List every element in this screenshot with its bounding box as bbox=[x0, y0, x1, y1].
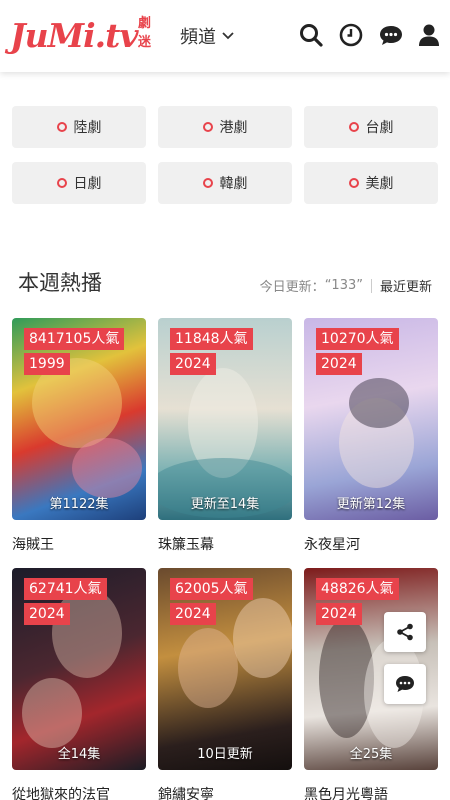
circle-icon bbox=[202, 178, 213, 188]
views-badge: 8417105人氣 bbox=[24, 328, 125, 350]
category-chip[interactable]: 美劇 bbox=[304, 162, 438, 204]
show-card[interactable]: 10270人氣 2024 更新第12集 永夜星河 bbox=[304, 318, 438, 554]
views-badge: 10270人氣 bbox=[316, 328, 399, 350]
poster-image[interactable]: 11848人氣 2024 更新至14集 bbox=[158, 318, 292, 520]
category-chip[interactable]: 陸劇 bbox=[12, 106, 146, 148]
update-label: 今日更新： bbox=[259, 280, 325, 295]
show-title[interactable]: 珠簾玉幕 bbox=[158, 534, 292, 554]
circle-icon bbox=[348, 178, 359, 188]
category-chip[interactable]: 港劇 bbox=[158, 106, 292, 148]
comment-icon bbox=[396, 676, 414, 692]
category-label: 港劇 bbox=[219, 120, 248, 136]
show-card[interactable]: 11848人氣 2024 更新至14集 珠簾玉幕 bbox=[158, 318, 292, 554]
logo-text: JuMi.tv bbox=[10, 16, 139, 55]
show-title[interactable]: 錦繡安寧 bbox=[158, 784, 292, 800]
poster-image[interactable]: 62741人氣 2024 全14集 bbox=[12, 568, 146, 770]
category-label: 陸劇 bbox=[73, 120, 102, 136]
show-title[interactable]: 永夜星河 bbox=[304, 534, 438, 554]
category-chip[interactable]: 台劇 bbox=[304, 106, 438, 148]
section-title: 本週熱播 bbox=[18, 271, 102, 295]
site-logo[interactable]: JuMi.tv 劇迷 bbox=[10, 12, 160, 60]
chevron-down-icon bbox=[222, 32, 234, 40]
history-icon[interactable] bbox=[338, 22, 364, 48]
section-meta: 今日更新： “133” 最近更新 bbox=[260, 276, 432, 295]
episode-label: 更新第12集 bbox=[336, 497, 406, 512]
year-badge: 1999 bbox=[24, 353, 70, 375]
circle-icon bbox=[202, 122, 213, 132]
category-label: 韓劇 bbox=[219, 176, 248, 192]
episode-label: 全14集 bbox=[57, 747, 101, 762]
divider bbox=[370, 278, 372, 293]
show-title[interactable]: 黑色月光粵語 bbox=[304, 784, 438, 800]
top-header: JuMi.tv 劇迷 頻道 bbox=[0, 0, 450, 72]
update-count: “133” bbox=[324, 278, 363, 293]
share-icon bbox=[397, 623, 413, 641]
circle-icon bbox=[56, 178, 67, 188]
circle-icon bbox=[56, 122, 67, 132]
recent-updates-link[interactable]: 最近更新 bbox=[380, 276, 432, 295]
chat-icon[interactable] bbox=[378, 22, 404, 48]
poster-image[interactable]: 10270人氣 2024 更新第12集 bbox=[304, 318, 438, 520]
year-badge: 2024 bbox=[24, 603, 70, 625]
logo-tag: 劇迷 bbox=[138, 16, 152, 50]
channel-label: 頻道 bbox=[180, 27, 216, 48]
episode-label: 10日更新 bbox=[197, 747, 253, 762]
category-chip[interactable]: 日劇 bbox=[12, 162, 146, 204]
views-badge: 62741人氣 bbox=[24, 578, 107, 600]
category-label: 日劇 bbox=[73, 176, 102, 192]
show-card[interactable]: 62741人氣 2024 全14集 從地獄來的法官 bbox=[12, 568, 146, 800]
year-badge: 2024 bbox=[316, 603, 362, 625]
episode-label: 全25集 bbox=[349, 747, 393, 762]
poster-image[interactable]: 62005人氣 2024 10日更新 bbox=[158, 568, 292, 770]
year-badge: 2024 bbox=[170, 353, 216, 375]
circle-icon bbox=[348, 122, 359, 132]
views-badge: 48826人氣 bbox=[316, 578, 399, 600]
show-title[interactable]: 海賊王 bbox=[12, 534, 146, 554]
year-badge: 2024 bbox=[170, 603, 216, 625]
user-icon[interactable] bbox=[416, 22, 442, 48]
share-button[interactable] bbox=[384, 612, 426, 652]
poster-image[interactable]: 8417105人氣 1999 第1122集 bbox=[12, 318, 146, 520]
comment-button[interactable] bbox=[384, 664, 426, 704]
views-badge: 62005人氣 bbox=[170, 578, 253, 600]
show-card[interactable]: 8417105人氣 1999 第1122集 海賊王 bbox=[12, 318, 146, 554]
channel-dropdown[interactable]: 頻道 bbox=[180, 23, 234, 49]
category-label: 美劇 bbox=[365, 176, 394, 192]
show-title[interactable]: 從地獄來的法官 bbox=[12, 784, 146, 800]
episode-label: 第1122集 bbox=[49, 497, 109, 512]
search-icon[interactable] bbox=[298, 22, 324, 48]
views-badge: 11848人氣 bbox=[170, 328, 253, 350]
show-card[interactable]: 62005人氣 2024 10日更新 錦繡安寧 bbox=[158, 568, 292, 800]
category-label: 台劇 bbox=[365, 120, 394, 136]
year-badge: 2024 bbox=[316, 353, 362, 375]
category-grid: 陸劇 港劇 台劇 日劇 韓劇 美劇 bbox=[12, 106, 438, 204]
episode-label: 更新至14集 bbox=[190, 497, 260, 512]
category-chip[interactable]: 韓劇 bbox=[158, 162, 292, 204]
